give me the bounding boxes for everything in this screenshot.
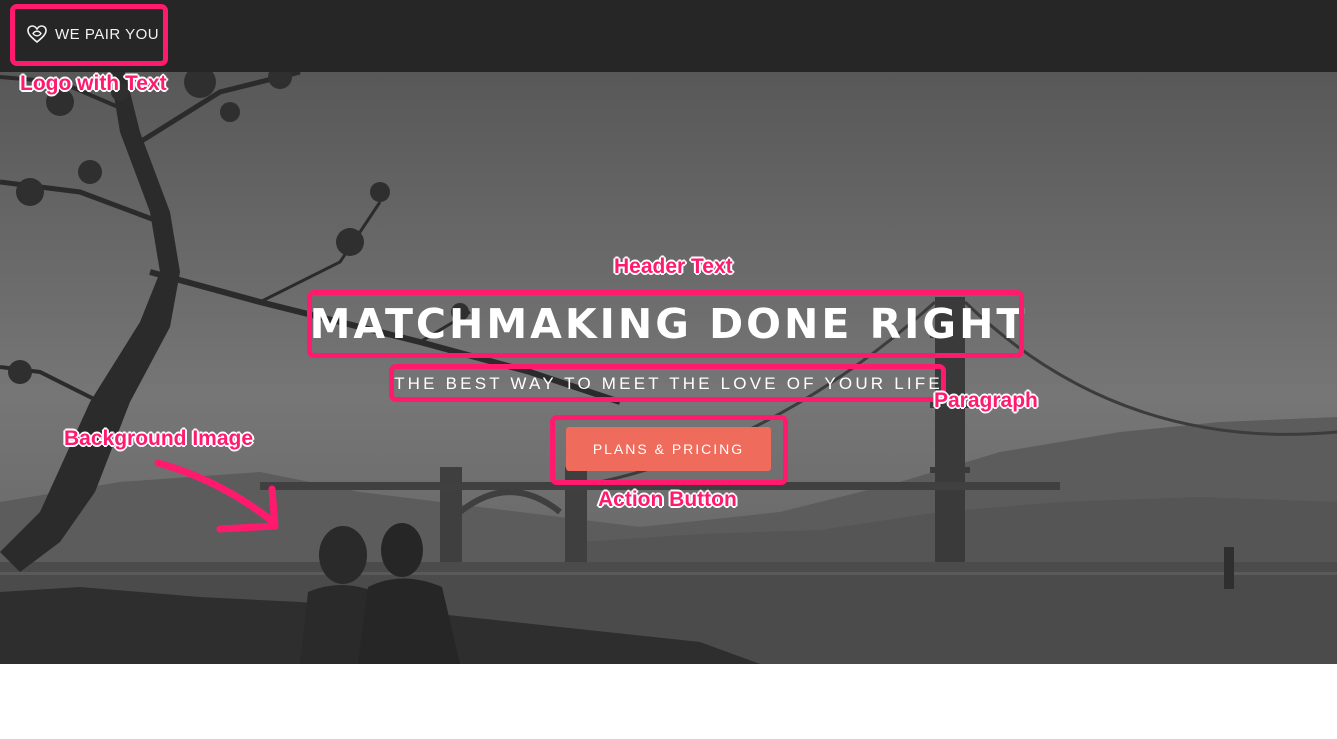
annotation-arrow-icon	[154, 459, 279, 533]
top-navbar: WE PAIR YOU	[0, 0, 1337, 72]
hero-headline: MATCHMAKING DONE RIGHT	[309, 300, 1028, 348]
logo-link[interactable]: WE PAIR YOU	[26, 24, 159, 44]
hero-section: MATCHMAKING DONE RIGHT THE BEST WAY TO M…	[0, 72, 1337, 664]
annotation-label-paragraph: Paragraph	[934, 389, 1038, 412]
hero-subheadline: THE BEST WAY TO MEET THE LOVE OF YOUR LI…	[394, 374, 943, 393]
annotation-label-header: Header Text	[614, 255, 733, 278]
hero-background-image	[0, 72, 1337, 664]
annotation-label-button: Action Button	[598, 488, 737, 511]
plans-pricing-button[interactable]: PLANS & PRICING	[566, 427, 771, 471]
annotation-label-logo: Logo with Text	[20, 72, 167, 95]
heart-logo-icon	[26, 24, 55, 44]
annotation-label-background: Background Image	[64, 427, 254, 450]
page: WE PAIR YOU MATCHMAKING DONE RIGHT THE B…	[0, 0, 1337, 739]
logo-text: WE PAIR YOU	[55, 25, 160, 43]
